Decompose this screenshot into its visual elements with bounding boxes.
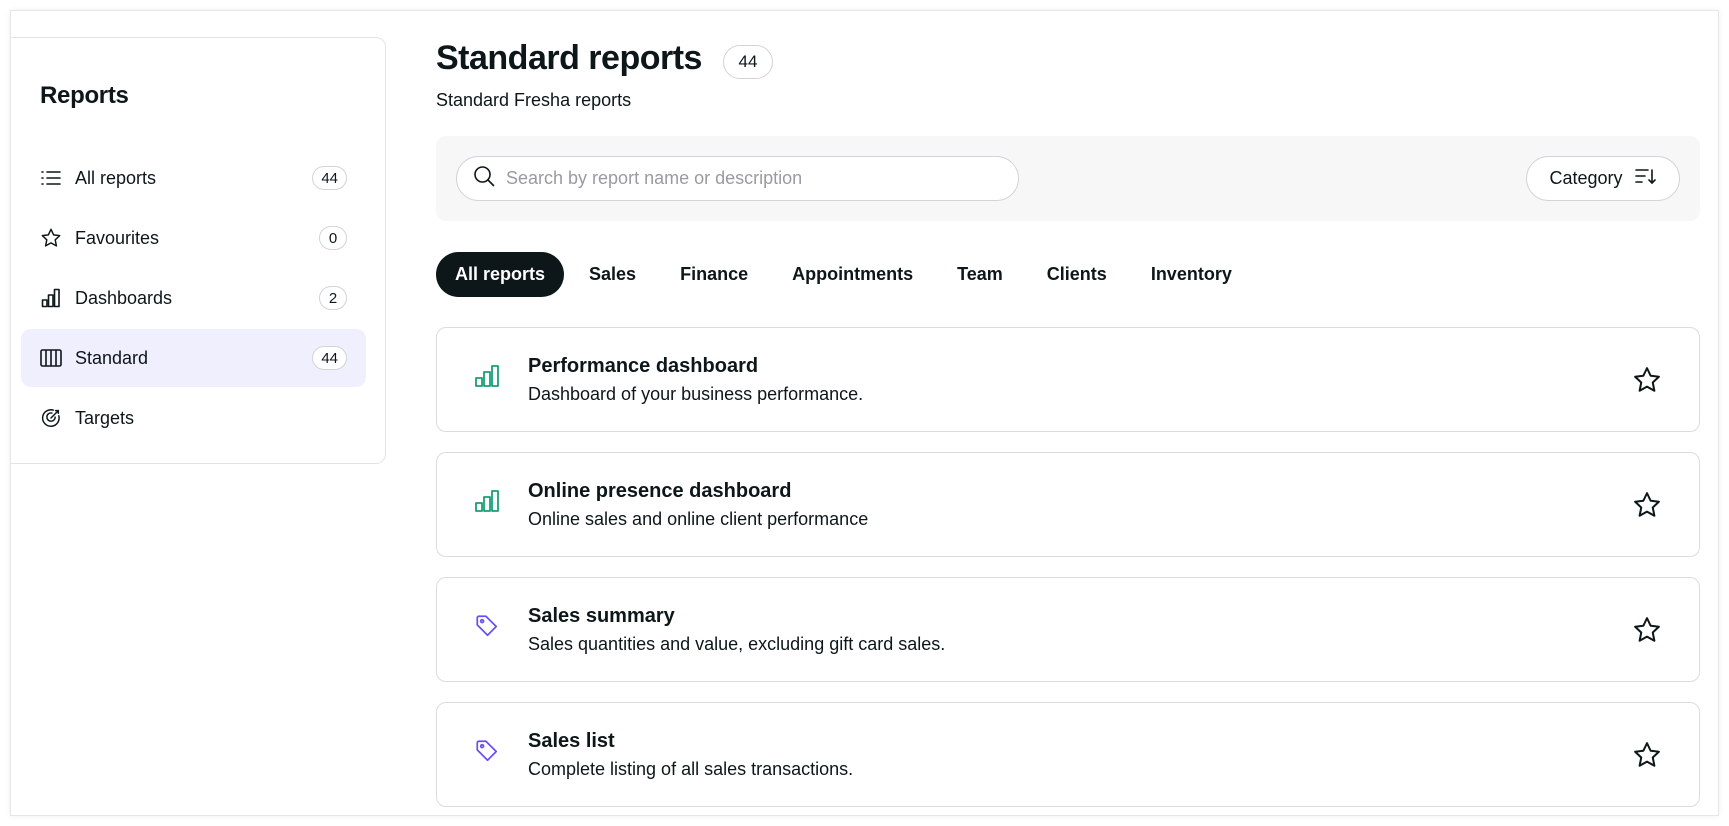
category-label: Category (1549, 168, 1623, 188)
sidebar-item-dashboards[interactable]: Dashboards 2 (21, 269, 366, 327)
report-description: Complete listing of all sales transactio… (528, 759, 854, 779)
sidebar-item-label: Dashboards (75, 287, 173, 308)
report-card-online-presence-dashboard[interactable]: Online presence dashboard Online sales a… (436, 452, 1700, 557)
report-title: Online presence dashboard (528, 480, 792, 502)
sidebar-item-label: Standard (75, 347, 149, 368)
report-card-sales-summary[interactable]: Sales summary Sales quantities and value… (436, 577, 1700, 682)
sidebar-item-targets[interactable]: Targets (21, 389, 366, 447)
report-title: Performance dashboard (528, 355, 759, 377)
list-icon (40, 167, 62, 189)
tab-all-reports[interactable]: All reports (436, 252, 565, 297)
count-badge: 2 (319, 286, 347, 310)
search-icon (473, 165, 495, 192)
tab-inventory[interactable]: Inventory (1132, 252, 1251, 297)
sort-icon (1634, 167, 1657, 190)
sidebar-item-label: All reports (75, 167, 157, 188)
sidebar-item-label: Targets (75, 407, 135, 428)
tab-clients[interactable]: Clients (1028, 252, 1126, 297)
filter-bar: Category (436, 136, 1700, 221)
report-count-badge: 44 (723, 45, 773, 79)
tag-icon (474, 736, 500, 766)
sidebar-item-label: Favourites (75, 227, 160, 248)
favourite-star-icon[interactable] (1631, 364, 1663, 396)
report-title: Sales list (528, 730, 615, 752)
tab-appointments[interactable]: Appointments (773, 252, 932, 297)
search-field[interactable] (456, 156, 1019, 201)
app-window: Reports All reports 44 Favourites 0 Dash… (10, 10, 1719, 816)
report-card-sales-list[interactable]: Sales list Complete listing of all sales… (436, 702, 1700, 807)
count-badge: 44 (312, 166, 347, 190)
reports-sidebar: Reports All reports 44 Favourites 0 Dash… (11, 37, 386, 464)
category-tabs: All reports Sales Finance Appointments T… (436, 252, 1257, 297)
tab-sales[interactable]: Sales (570, 252, 655, 297)
tag-icon (474, 611, 500, 641)
sidebar-item-favourites[interactable]: Favourites 0 (21, 209, 366, 267)
star-icon (40, 227, 62, 249)
report-title: Sales summary (528, 605, 675, 627)
tab-finance[interactable]: Finance (661, 252, 767, 297)
count-badge: 44 (312, 346, 347, 370)
dashboard-chart-icon (474, 486, 500, 516)
report-card-performance-dashboard[interactable]: Performance dashboard Dashboard of your … (436, 327, 1700, 432)
search-input[interactable] (506, 168, 986, 189)
favourite-star-icon[interactable] (1631, 489, 1663, 521)
report-description: Online sales and online client performan… (528, 509, 869, 529)
dashboard-chart-icon (474, 361, 500, 391)
count-badge: 0 (319, 226, 347, 250)
page-title: Standard reports (436, 39, 702, 77)
sidebar-item-all-reports[interactable]: All reports 44 (21, 149, 366, 207)
tab-team[interactable]: Team (938, 252, 1022, 297)
sidebar-title: Reports (40, 82, 129, 109)
sidebar-item-standard[interactable]: Standard 44 (21, 329, 366, 387)
favourite-star-icon[interactable] (1631, 739, 1663, 771)
columns-icon (40, 347, 62, 369)
category-filter-button[interactable]: Category (1526, 156, 1680, 201)
report-description: Dashboard of your business performance. (528, 384, 864, 404)
target-icon (40, 407, 62, 429)
page-subtitle: Standard Fresha reports (436, 90, 632, 110)
bar-chart-icon (40, 287, 62, 309)
favourite-star-icon[interactable] (1631, 614, 1663, 646)
report-description: Sales quantities and value, excluding gi… (528, 634, 946, 654)
